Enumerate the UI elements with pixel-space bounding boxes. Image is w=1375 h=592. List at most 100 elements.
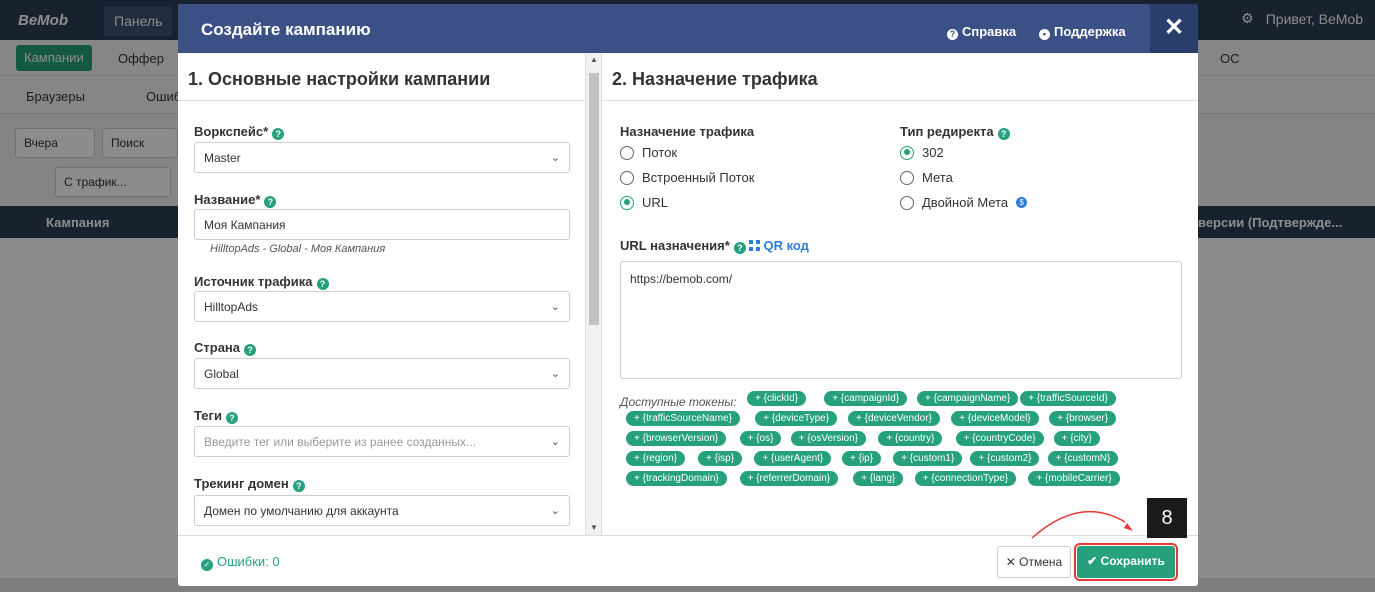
redirect-label-text: Тип редиректа: [900, 124, 994, 139]
modal-title: Создайте кампанию: [201, 20, 371, 39]
token-chip[interactable]: + {userAgent}: [754, 451, 832, 466]
token-chip[interactable]: + {trackingDomain}: [626, 471, 727, 486]
support-link[interactable]: • Поддержка: [1039, 24, 1126, 40]
radio-button[interactable]: [620, 170, 634, 185]
premium-icon: $: [1016, 197, 1028, 208]
create-campaign-modal: Создайте кампанию ? Справка • Поддержка ✕ …: [178, 4, 1198, 586]
token-chip[interactable]: + {deviceModel}: [951, 411, 1039, 426]
errors-status: ✓ Ошибки: 0: [201, 554, 280, 571]
token-chip[interactable]: + {browserVersion}: [626, 431, 727, 446]
help-icon[interactable]: ?: [316, 278, 329, 290]
token-chip[interactable]: + {city}: [1053, 431, 1100, 446]
destination-option[interactable]: Встроенный Поток: [620, 170, 754, 185]
radio-button[interactable]: [900, 195, 914, 210]
help-icon[interactable]: ?: [264, 196, 277, 208]
basic-settings-section: 1. Основные настройки кампании Воркспейс…: [178, 53, 586, 535]
radio-button[interactable]: [620, 145, 634, 160]
token-chip[interactable]: + {isp}: [698, 451, 743, 466]
token-chip[interactable]: + {custom1}: [893, 451, 963, 466]
tags-select[interactable]: Введите тег или выберите из ранее создан…: [194, 426, 570, 457]
token-chip[interactable]: + {trafficSourceId}: [1020, 391, 1116, 406]
radio-button[interactable]: [620, 195, 634, 210]
workspace-select[interactable]: Master ⌄: [194, 142, 570, 173]
token-chip[interactable]: + {ip}: [842, 451, 882, 466]
workspace-label: Воркспейс*?: [194, 124, 285, 140]
token-chip[interactable]: + {campaignId}: [824, 391, 908, 406]
help-icon[interactable]: ?: [244, 344, 257, 356]
token-chip[interactable]: + {campaignName}: [917, 391, 1019, 406]
destination-label: Назначение трафика: [620, 124, 755, 139]
token-chip[interactable]: + {countryCode}: [955, 431, 1044, 446]
domain-label: Трекинг домен?: [194, 476, 305, 492]
token-chip[interactable]: + {clickId}: [747, 391, 807, 406]
tokens-label: Доступные токены:: [620, 395, 737, 409]
close-icon: ✕: [1005, 555, 1020, 569]
source-label: Источник трафика?: [194, 274, 329, 290]
token-chip[interactable]: + {referrerDomain}: [739, 471, 839, 486]
token-chip[interactable]: + {custom2}: [970, 451, 1040, 466]
destination-option[interactable]: URL: [620, 195, 668, 210]
redirect-option[interactable]: 302: [900, 145, 944, 160]
token-chip[interactable]: + {os}: [739, 431, 782, 446]
scroll-down-icon[interactable]: ▼: [586, 521, 602, 535]
token-chip[interactable]: + {connectionType}: [914, 471, 1017, 486]
tracking-domain-select[interactable]: Домен по умолчанию для аккаунта ⌄: [194, 495, 570, 526]
check-circle-icon: ✓: [201, 559, 213, 571]
question-icon: ?: [947, 29, 958, 40]
left-scrollbar[interactable]: ▲ ▼: [586, 53, 602, 535]
name-label-text: Название*: [194, 192, 261, 207]
traffic-source-select[interactable]: HilltopAds ⌄: [194, 291, 570, 322]
redirect-option-label: Двойной Мета: [922, 195, 1009, 210]
destination-option[interactable]: Поток: [620, 145, 677, 160]
scroll-thumb[interactable]: [589, 73, 599, 325]
token-chip[interactable]: + {deviceType}: [755, 411, 838, 426]
qr-code-link[interactable]: QR код: [749, 238, 809, 253]
redirect-option[interactable]: Двойной Мета $: [900, 195, 1028, 210]
name-hint: HilltopAds - Global - Моя Кампания: [210, 243, 386, 255]
redirect-label: Тип редиректа?: [900, 124, 1010, 140]
token-chip[interactable]: + {osVersion}: [790, 431, 867, 446]
radio-button[interactable]: [900, 145, 914, 160]
app-root: BeMob Панель ⚙ Привет, BeMob Кампании Оф…: [0, 0, 1375, 592]
close-icon: ✕: [1163, 14, 1185, 41]
help-link[interactable]: ? Справка: [947, 24, 1016, 40]
redirect-option-label: 302: [922, 145, 944, 160]
traffic-destination-title: 2. Назначение трафика: [602, 53, 1198, 101]
errors-text: Ошибки: 0: [217, 554, 280, 569]
destination-option-label: URL: [642, 195, 669, 210]
help-icon[interactable]: ?: [997, 128, 1010, 140]
name-input[interactable]: Моя Кампания: [194, 209, 570, 240]
workspace-label-text: Воркспейс*: [194, 124, 269, 139]
radio-button[interactable]: [900, 170, 914, 185]
save-button[interactable]: ✔ Сохранить: [1074, 543, 1178, 581]
destination-option-label: Поток: [642, 145, 678, 160]
help-icon[interactable]: ?: [272, 128, 285, 140]
help-icon[interactable]: ?: [225, 412, 238, 424]
chevron-down-icon: ⌄: [550, 301, 560, 313]
token-chip[interactable]: + {lang}: [853, 471, 904, 486]
token-chip[interactable]: + {deviceVendor}: [848, 411, 940, 426]
modal-footer: ✓ Ошибки: 0 ✕ Отмена ✔ Сохранить: [178, 535, 1198, 586]
token-chip[interactable]: + {trafficSourceName}: [626, 411, 740, 426]
token-chip[interactable]: + {mobileCarrier}: [1028, 471, 1120, 486]
destination-url-textarea[interactable]: https://bemob.com/: [620, 261, 1182, 379]
cancel-button[interactable]: ✕ Отмена: [997, 546, 1071, 578]
help-icon[interactable]: ?: [292, 480, 305, 492]
close-button[interactable]: ✕: [1150, 4, 1198, 53]
chevron-down-icon: ⌄: [550, 436, 560, 448]
tags-label-text: Теги: [194, 408, 222, 423]
modal-header: Создайте кампанию ? Справка • Поддержка ✕: [178, 4, 1198, 53]
source-value: HilltopAds: [204, 300, 259, 314]
token-chip[interactable]: + {browser}: [1049, 411, 1117, 426]
country-select[interactable]: Global ⌄: [194, 358, 570, 389]
chevron-down-icon: ⌄: [550, 505, 560, 517]
help-icon[interactable]: ?: [733, 242, 746, 254]
destination-option-label: Встроенный Поток: [642, 170, 755, 185]
country-value: Global: [204, 367, 239, 381]
scroll-up-icon[interactable]: ▲: [586, 53, 602, 67]
redirect-option[interactable]: Мета: [900, 170, 953, 185]
token-chip[interactable]: + {customN}: [1047, 451, 1119, 466]
qr-code-icon: [749, 240, 761, 251]
token-chip[interactable]: + {country}: [878, 431, 943, 446]
token-chip[interactable]: + {region}: [626, 451, 686, 466]
